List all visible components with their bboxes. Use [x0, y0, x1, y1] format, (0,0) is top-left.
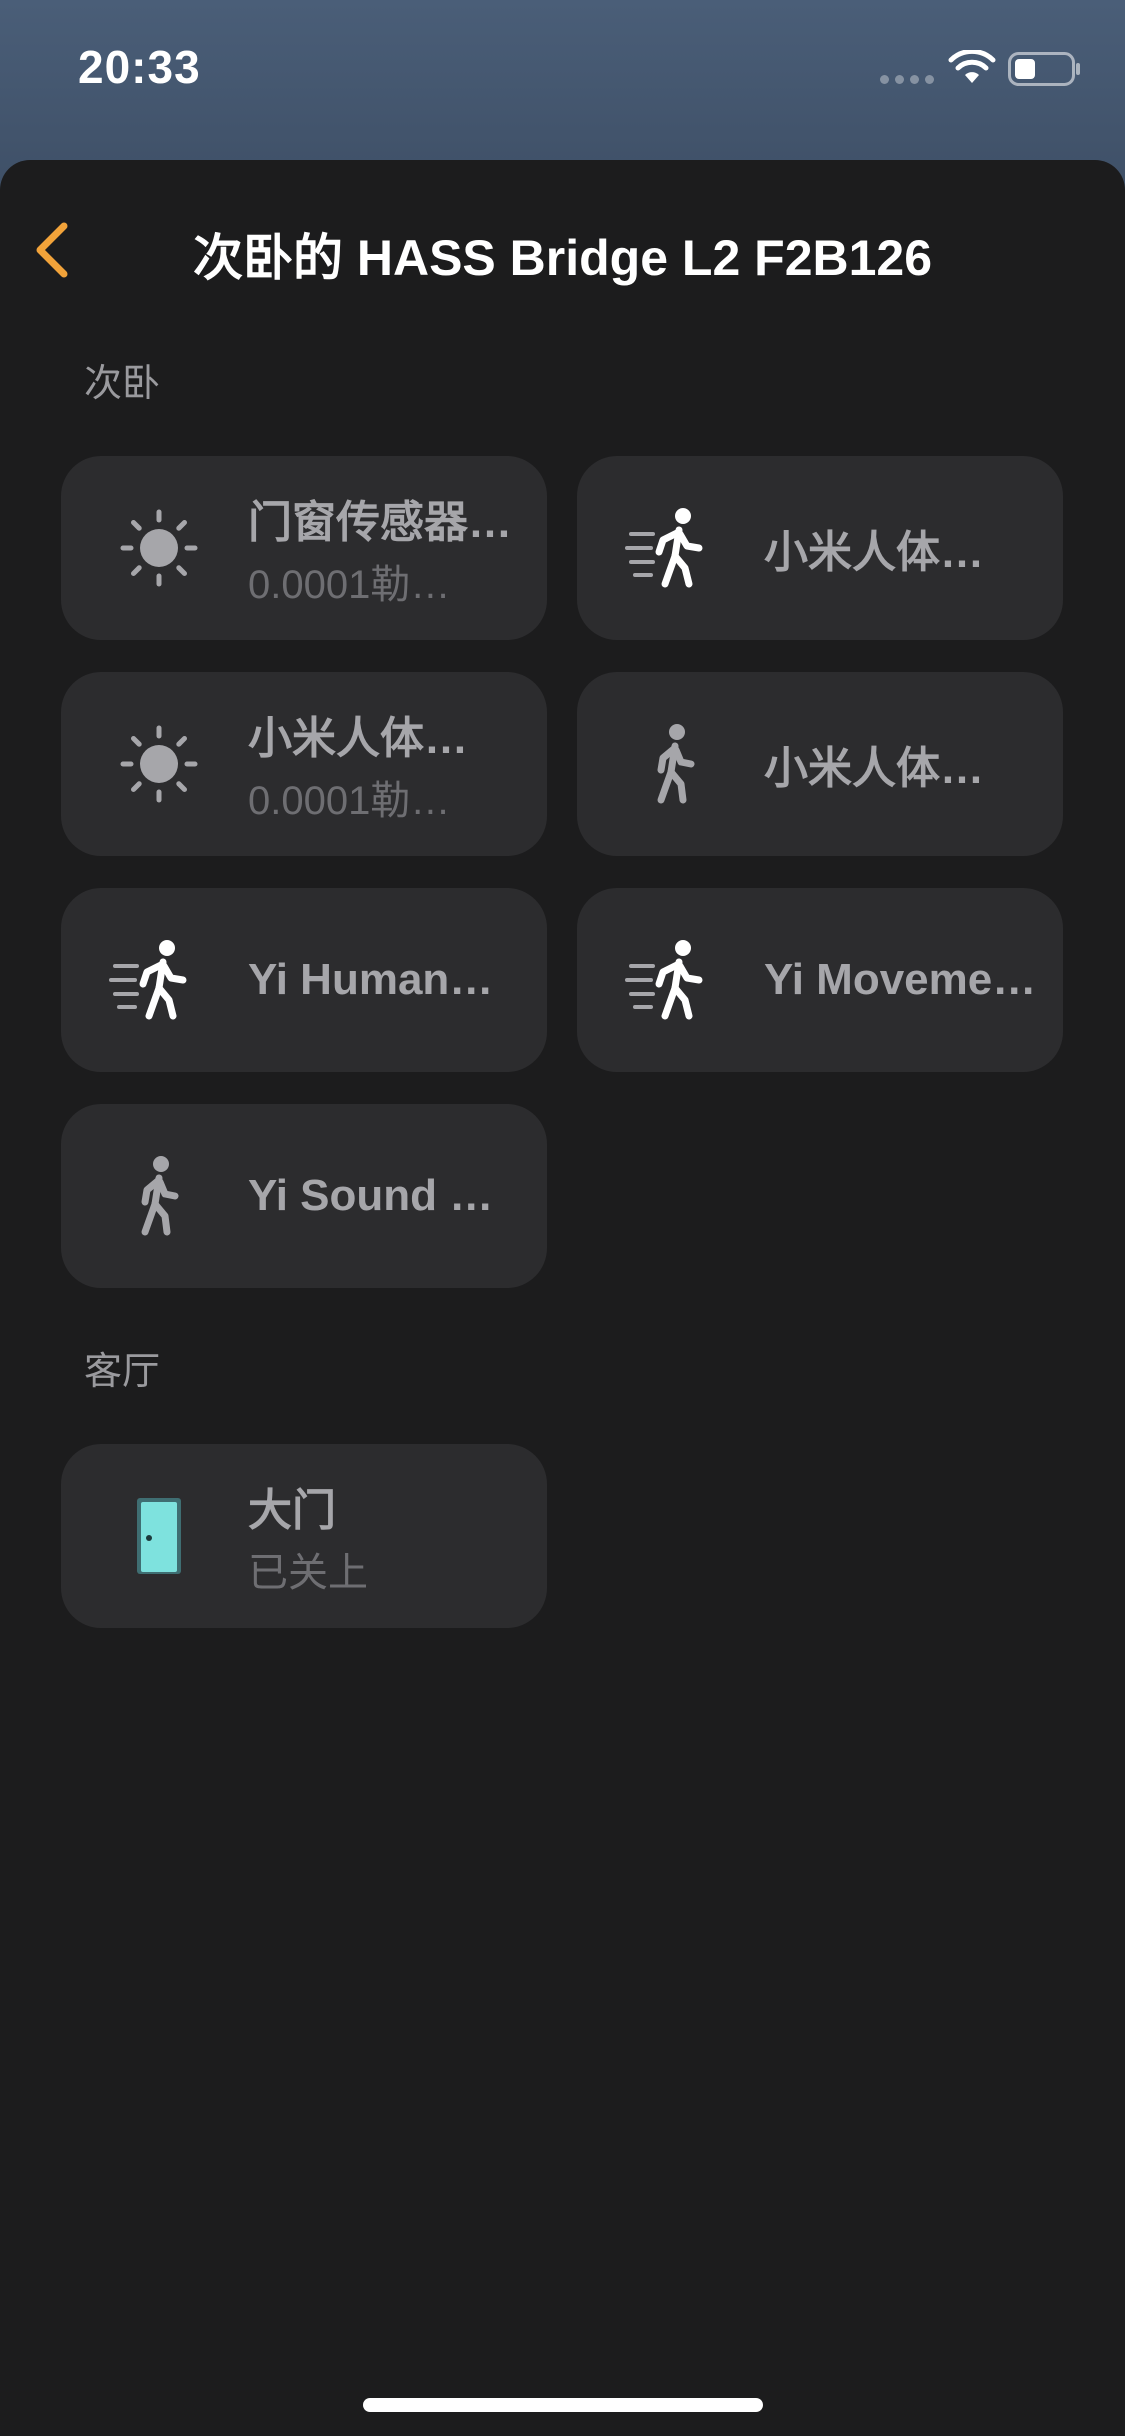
walking-person-icon: [141, 1156, 179, 1236]
tile-name: Yi Human…: [248, 955, 494, 1004]
motion-running-icon: [625, 508, 703, 588]
cellular-signal-icon: [880, 75, 934, 84]
tile-name: 小米人体…: [248, 714, 468, 763]
accessory-tile[interactable]: 大门 已关上: [61, 1444, 547, 1628]
tile-status: 0.0001勒…: [248, 563, 451, 607]
sun-icon: [120, 725, 198, 803]
tile-name: 门窗传感器…: [248, 498, 512, 547]
accessory-tile[interactable]: 小米人体…: [577, 456, 1063, 640]
accessory-tile[interactable]: 小米人体…: [577, 672, 1063, 856]
tile-name: Yi Sound D…: [248, 1171, 521, 1220]
accessory-tile[interactable]: Yi Sound D…: [61, 1104, 547, 1288]
back-button[interactable]: [22, 210, 82, 290]
motion-running-icon: [109, 940, 187, 1020]
accessory-tile[interactable]: Yi Moveme…: [577, 888, 1063, 1072]
battery-icon: [1008, 52, 1080, 86]
tile-name: 大门: [248, 1486, 336, 1535]
tile-status: 已关上: [248, 1551, 368, 1595]
accessory-tile[interactable]: 小米人体… 0.0001勒…: [61, 672, 547, 856]
status-bar: 20:33: [0, 0, 1125, 140]
home-indicator[interactable]: [363, 2398, 763, 2412]
tile-name: 小米人体…: [764, 744, 984, 793]
status-time: 20:33: [78, 41, 201, 93]
motion-running-icon: [625, 940, 703, 1020]
section-title-living-room: 客厅: [84, 1351, 161, 1393]
walking-person-icon: [657, 724, 695, 804]
page-title: 次卧的 HASS Bridge L2 F2B126: [192, 230, 933, 286]
tile-name: Yi Moveme…: [764, 955, 1037, 1004]
accessory-tile[interactable]: Yi Human…: [61, 888, 547, 1072]
tile-name: 小米人体…: [764, 528, 984, 577]
accessory-tile[interactable]: 门窗传感器… 0.0001勒…: [61, 456, 547, 640]
nav-bar: 次卧的 HASS Bridge L2 F2B126: [0, 160, 1125, 330]
sun-icon: [120, 509, 198, 587]
wifi-icon: [948, 50, 996, 83]
section-title-bedroom: 次卧: [84, 363, 161, 405]
accessory-sheet: 次卧的 HASS Bridge L2 F2B126 次卧 门窗传感器… 0.00…: [0, 160, 1125, 2436]
door-icon: [137, 1498, 181, 1574]
tile-status: 0.0001勒…: [248, 779, 451, 823]
chevron-left-icon: [36, 222, 68, 278]
